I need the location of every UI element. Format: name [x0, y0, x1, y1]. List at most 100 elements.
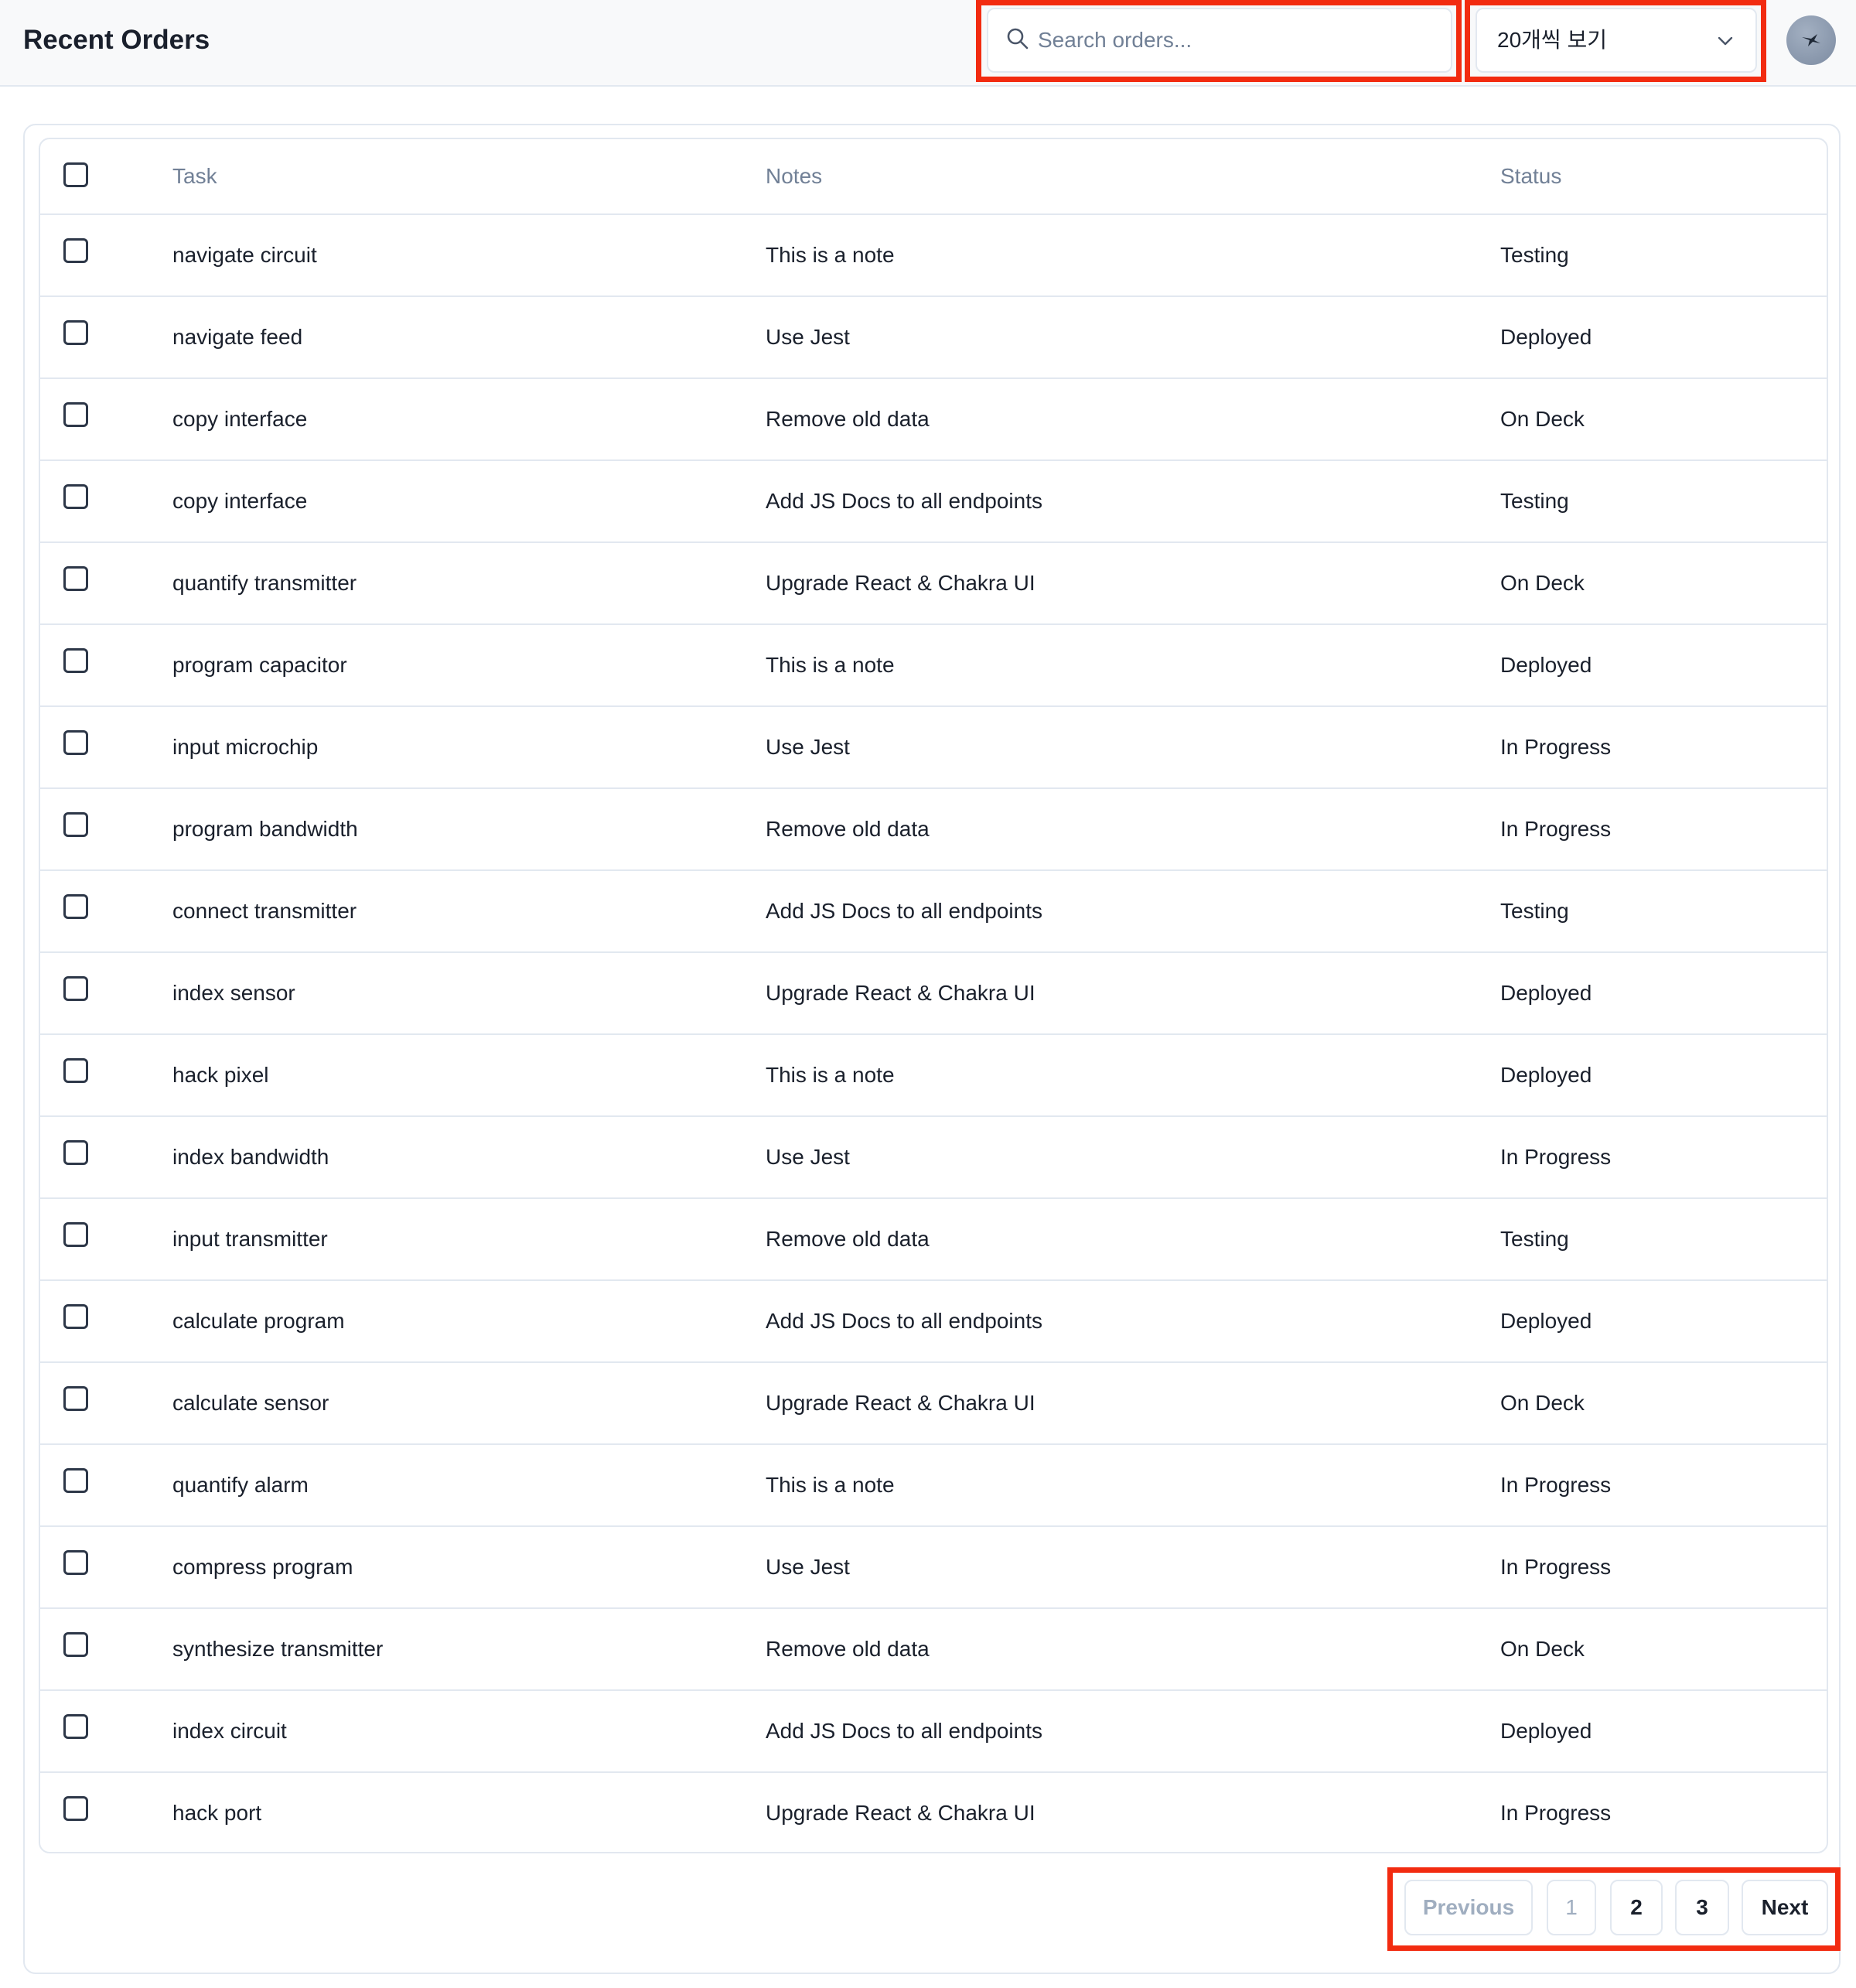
task-cell: compress program: [172, 1555, 353, 1579]
page-3-button[interactable]: 3: [1675, 1880, 1729, 1935]
row-checkbox[interactable]: [63, 648, 88, 673]
notes-cell: This is a note: [766, 1063, 895, 1087]
search-input[interactable]: [1038, 9, 1440, 71]
row-checkbox[interactable]: [63, 1714, 88, 1739]
status-cell: On Deck: [1500, 1391, 1585, 1415]
notes-cell: Use Jest: [766, 1145, 850, 1169]
row-checkbox[interactable]: [63, 1468, 88, 1493]
row-checkbox[interactable]: [63, 730, 88, 755]
notes-cell: This is a note: [766, 653, 895, 677]
page-size-select[interactable]: 20개씩 보기: [1476, 8, 1757, 73]
column-header-task: Task: [172, 164, 217, 188]
status-cell: In Progress: [1500, 817, 1612, 841]
status-cell: Deployed: [1500, 1063, 1592, 1087]
table-row[interactable]: input microchip Use Jest In Progress: [40, 707, 1827, 789]
task-cell: synthesize transmitter: [172, 1637, 384, 1661]
table-row[interactable]: quantify transmitter Upgrade React & Cha…: [40, 543, 1827, 625]
table-row[interactable]: quantify alarm This is a note In Progres…: [40, 1445, 1827, 1527]
status-cell: Deployed: [1500, 325, 1592, 349]
status-cell: On Deck: [1500, 1637, 1585, 1661]
row-checkbox[interactable]: [63, 238, 88, 263]
notes-cell: Upgrade React & Chakra UI: [766, 981, 1035, 1005]
row-checkbox[interactable]: [63, 1632, 88, 1657]
orders-table: Task Notes Status navigate circuit This …: [39, 138, 1828, 1853]
page-1-button[interactable]: 1: [1547, 1880, 1596, 1935]
row-checkbox[interactable]: [63, 1386, 88, 1411]
column-header-notes: Notes: [766, 164, 823, 188]
task-cell: copy interface: [172, 407, 308, 431]
task-cell: hack pixel: [172, 1063, 269, 1087]
notes-cell: Add JS Docs to all endpoints: [766, 489, 1042, 513]
status-cell: Deployed: [1500, 981, 1592, 1005]
table-row[interactable]: navigate circuit This is a note Testing: [40, 215, 1827, 297]
row-checkbox[interactable]: [63, 1796, 88, 1821]
avatar-image: [1802, 34, 1820, 46]
status-cell: On Deck: [1500, 571, 1585, 595]
task-cell: input transmitter: [172, 1227, 328, 1251]
status-cell: Deployed: [1500, 653, 1592, 677]
row-checkbox[interactable]: [63, 1304, 88, 1329]
table-row[interactable]: calculate sensor Upgrade React & Chakra …: [40, 1363, 1827, 1445]
table-row[interactable]: compress program Use Jest In Progress: [40, 1527, 1827, 1609]
task-cell: program capacitor: [172, 653, 347, 677]
table-row[interactable]: calculate program Add JS Docs to all end…: [40, 1281, 1827, 1363]
notes-cell: Use Jest: [766, 735, 850, 759]
page-title: Recent Orders: [23, 25, 210, 55]
status-cell: In Progress: [1500, 1555, 1612, 1579]
row-checkbox[interactable]: [63, 976, 88, 1001]
top-bar: Recent Orders 20개씩 보기: [0, 0, 1856, 87]
task-cell: quantify alarm: [172, 1473, 309, 1497]
table-row[interactable]: copy interface Add JS Docs to all endpoi…: [40, 461, 1827, 543]
notes-cell: Use Jest: [766, 1555, 850, 1579]
table-row[interactable]: index sensor Upgrade React & Chakra UI D…: [40, 953, 1827, 1035]
notes-cell: Remove old data: [766, 1637, 930, 1661]
table-row[interactable]: synthesize transmitter Remove old data O…: [40, 1609, 1827, 1691]
select-all-checkbox[interactable]: [63, 162, 88, 187]
row-checkbox[interactable]: [63, 1058, 88, 1083]
row-checkbox[interactable]: [63, 1222, 88, 1247]
notes-cell: This is a note: [766, 243, 895, 267]
table-row[interactable]: copy interface Remove old data On Deck: [40, 379, 1827, 461]
chevron-down-icon: [1718, 36, 1733, 46]
page-size-value: 20개씩 보기: [1497, 28, 1607, 52]
status-cell: Testing: [1500, 1227, 1569, 1251]
table-row[interactable]: index circuit Add JS Docs to all endpoin…: [40, 1691, 1827, 1773]
notes-cell: Add JS Docs to all endpoints: [766, 1309, 1042, 1333]
task-cell: calculate sensor: [172, 1391, 329, 1415]
table-row[interactable]: program capacitor This is a note Deploye…: [40, 625, 1827, 707]
notes-cell: Upgrade React & Chakra UI: [766, 1801, 1035, 1825]
table-row[interactable]: index bandwidth Use Jest In Progress: [40, 1117, 1827, 1199]
row-checkbox[interactable]: [63, 894, 88, 919]
page-2-button[interactable]: 2: [1610, 1880, 1663, 1935]
row-checkbox[interactable]: [63, 1140, 88, 1165]
task-cell: quantify transmitter: [172, 571, 357, 595]
task-cell: index sensor: [172, 981, 295, 1005]
notes-cell: Upgrade React & Chakra UI: [766, 1391, 1035, 1415]
row-checkbox[interactable]: [63, 320, 88, 345]
row-checkbox[interactable]: [63, 566, 88, 591]
status-cell: Testing: [1500, 899, 1569, 923]
table-header-row: Task Notes Status: [40, 139, 1827, 215]
notes-cell: Use Jest: [766, 325, 850, 349]
search-box[interactable]: [987, 8, 1452, 73]
next-page-button[interactable]: Next: [1742, 1880, 1828, 1935]
table-row[interactable]: hack pixel This is a note Deployed: [40, 1035, 1827, 1117]
previous-page-button[interactable]: Previous: [1404, 1880, 1533, 1935]
row-checkbox[interactable]: [63, 484, 88, 509]
avatar[interactable]: [1786, 15, 1836, 65]
task-cell: program bandwidth: [172, 817, 358, 841]
row-checkbox[interactable]: [63, 402, 88, 427]
task-cell: index circuit: [172, 1719, 287, 1743]
table-row[interactable]: program bandwidth Remove old data In Pro…: [40, 789, 1827, 871]
task-cell: hack port: [172, 1801, 262, 1825]
row-checkbox[interactable]: [63, 812, 88, 837]
table-row[interactable]: navigate feed Use Jest Deployed: [40, 297, 1827, 379]
status-cell: On Deck: [1500, 407, 1585, 431]
status-cell: Testing: [1500, 243, 1569, 267]
notes-cell: This is a note: [766, 1473, 895, 1497]
table-row[interactable]: hack port Upgrade React & Chakra UI In P…: [40, 1773, 1827, 1852]
table-row[interactable]: connect transmitter Add JS Docs to all e…: [40, 871, 1827, 953]
row-checkbox[interactable]: [63, 1550, 88, 1575]
notes-cell: Add JS Docs to all endpoints: [766, 1719, 1042, 1743]
table-row[interactable]: input transmitter Remove old data Testin…: [40, 1199, 1827, 1281]
